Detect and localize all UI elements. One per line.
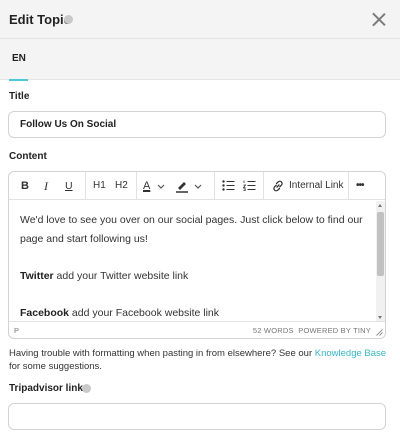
- active-tab-indicator: [9, 79, 28, 81]
- tripadvisor-label: Tripadvisor link: [9, 383, 83, 394]
- bold-button[interactable]: B: [21, 177, 29, 195]
- chevron-down-icon: [157, 184, 165, 189]
- text-color-icon: A: [143, 180, 151, 192]
- link-button[interactable]: [271, 177, 285, 195]
- numbered-list-icon: [243, 180, 256, 191]
- chevron-down-icon: [194, 184, 202, 189]
- content-paragraph: Twitter add your Twitter website link: [20, 267, 367, 286]
- rich-text-editor: B I U H1 H2 A Internal Link ••• We'd lov…: [8, 171, 386, 339]
- close-icon[interactable]: [372, 12, 386, 26]
- heading2-button[interactable]: H2: [115, 177, 128, 195]
- facebook-label: Facebook: [20, 306, 70, 319]
- scroll-up-icon[interactable]: [378, 204, 382, 207]
- info-icon[interactable]: [64, 15, 73, 24]
- facebook-text: add your Facebook website link: [69, 306, 220, 319]
- knowledge-base-link[interactable]: Knowledge Base: [315, 348, 386, 359]
- toolbar-divider: [348, 172, 349, 200]
- content-paragraph: We'd love to see you over on our social …: [20, 214, 363, 245]
- info-icon[interactable]: [82, 384, 91, 393]
- help-text-before: Having trouble with formatting when past…: [9, 348, 315, 359]
- title-input[interactable]: [8, 111, 386, 138]
- modal-header: Edit Topic: [0, 0, 400, 39]
- toolbar-divider: [85, 172, 86, 200]
- language-tabs: EN: [0, 39, 400, 81]
- tab-en[interactable]: EN: [9, 39, 28, 81]
- underline-button[interactable]: U: [65, 177, 73, 195]
- highlight-icon: [176, 182, 188, 193]
- toolbar-divider: [214, 172, 215, 200]
- word-count: 52 WORDS POWERED BY TINY: [253, 326, 371, 335]
- bullet-list-icon: [222, 180, 235, 191]
- help-text-after: for some suggestions.: [9, 360, 102, 372]
- modal-title: Edit Topic: [9, 12, 71, 27]
- heading1-button[interactable]: H1: [93, 177, 106, 195]
- content-paragraph: Facebook add your Facebook website link: [20, 304, 367, 323]
- twitter-text: add your Twitter website link: [53, 269, 189, 282]
- formatting-help-text: Having trouble with formatting when past…: [9, 348, 389, 373]
- link-icon: [273, 180, 283, 192]
- more-icon[interactable]: •••: [356, 177, 364, 195]
- internal-link-button[interactable]: Internal Link: [289, 177, 343, 195]
- text-color-button[interactable]: A: [143, 177, 167, 195]
- toolbar-divider: [136, 172, 137, 200]
- editor-content[interactable]: We'd love to see you over on our social …: [9, 201, 377, 322]
- editor-statusbar: P 52 WORDS POWERED BY TINY: [9, 321, 385, 338]
- content-label: Content: [9, 151, 47, 162]
- numbered-list-button[interactable]: [243, 177, 257, 195]
- bullet-list-button[interactable]: [222, 177, 236, 195]
- word-count-value: 52 WORDS: [252, 326, 294, 335]
- element-path[interactable]: P: [14, 326, 19, 335]
- tab-label: EN: [12, 53, 26, 64]
- editor-toolbar: B I U H1 H2 A Internal Link •••: [9, 172, 385, 200]
- tripadvisor-input[interactable]: [8, 403, 386, 430]
- toolbar-divider: [263, 172, 264, 200]
- scrollbar-thumb[interactable]: [377, 212, 384, 276]
- title-label: Title: [9, 91, 30, 102]
- scroll-down-icon[interactable]: [378, 316, 382, 319]
- editor-scrollbar[interactable]: [376, 201, 385, 322]
- resize-handle-icon[interactable]: [375, 328, 383, 336]
- highlight-button[interactable]: [175, 177, 205, 195]
- twitter-label: Twitter: [20, 269, 54, 282]
- powered-by-label[interactable]: POWERED BY TINY: [298, 326, 371, 335]
- italic-button[interactable]: I: [44, 177, 48, 195]
